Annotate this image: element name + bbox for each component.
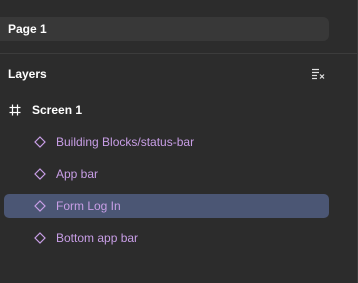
component-instance-icon: [33, 135, 47, 149]
component-instance-icon: [33, 167, 47, 181]
page-item-current[interactable]: Page 1: [0, 17, 329, 41]
layer-label: App bar: [56, 167, 99, 181]
layers-sidebar: Page 1 Layers Screen 1 Building Blocks/s…: [0, 0, 358, 283]
section-divider: [0, 53, 358, 54]
component-instance-icon: [33, 231, 47, 245]
layer-item-form-log-in[interactable]: Form Log In: [4, 194, 329, 218]
layer-item-app-bar[interactable]: App bar: [4, 162, 329, 186]
layer-label: Building Blocks/status-bar: [56, 135, 195, 149]
frame-label: Screen 1: [32, 103, 83, 117]
page-name: Page 1: [8, 22, 47, 36]
layer-item-bottom-app-bar[interactable]: Bottom app bar: [4, 226, 329, 250]
layer-frame-screen-1[interactable]: Screen 1: [8, 101, 82, 119]
layer-label: Form Log In: [56, 199, 121, 213]
component-instance-icon: [33, 199, 47, 213]
collapse-layers-icon[interactable]: [310, 66, 326, 82]
layers-header: Layers: [8, 66, 326, 82]
layer-item-status-bar[interactable]: Building Blocks/status-bar: [4, 130, 329, 154]
frame-icon: [8, 103, 22, 117]
layers-title: Layers: [8, 67, 47, 81]
layer-label: Bottom app bar: [56, 231, 139, 245]
